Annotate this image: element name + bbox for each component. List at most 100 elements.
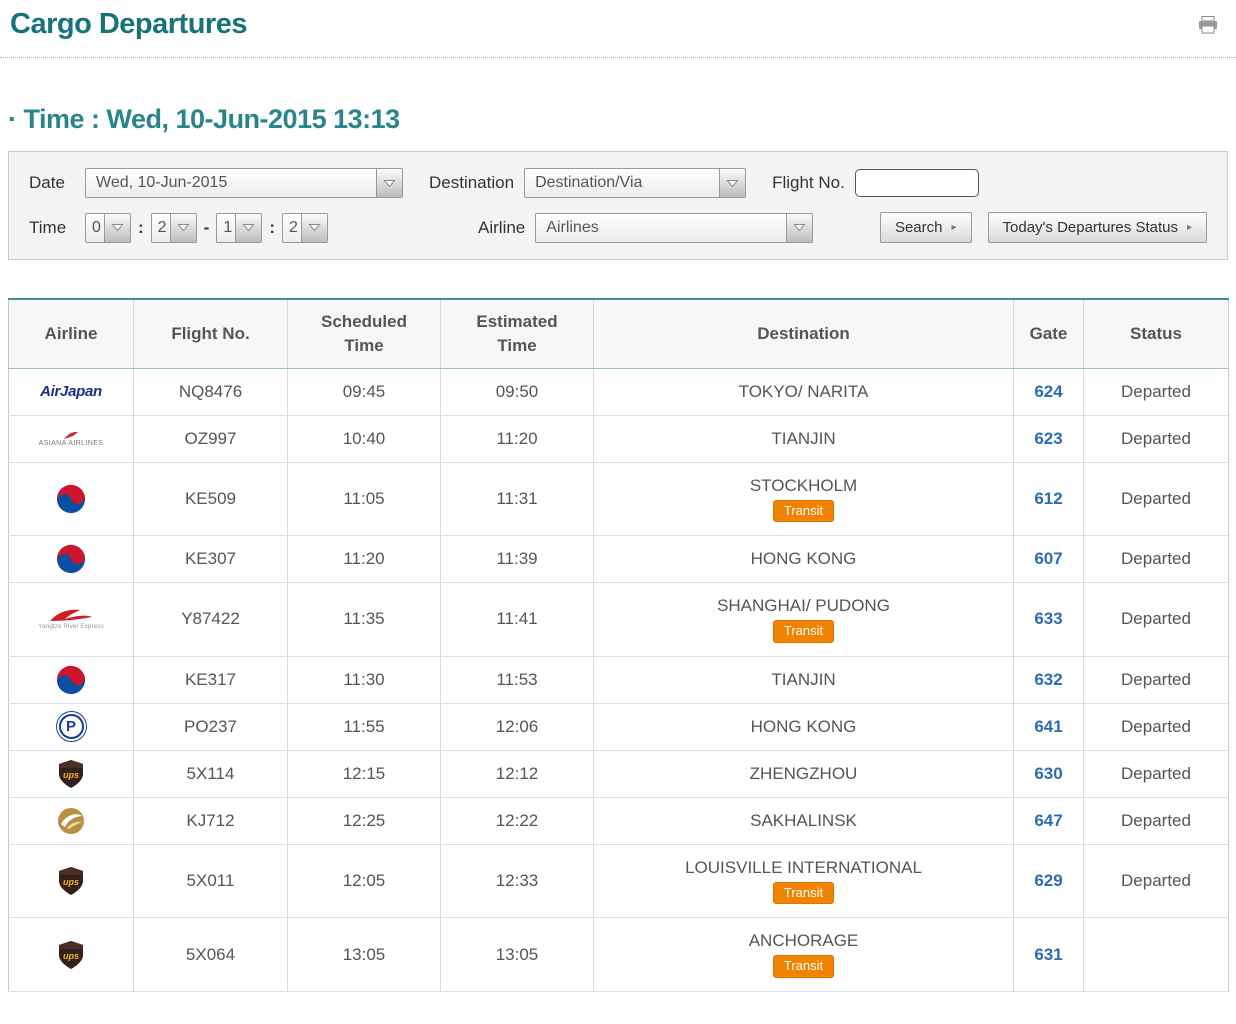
flight-no-input[interactable] xyxy=(854,169,979,197)
time-start-hour-select[interactable]: 0 xyxy=(85,212,131,243)
airline-cell xyxy=(8,462,134,537)
destination-name: ANCHORAGE xyxy=(748,931,859,951)
gate-link[interactable]: 647 xyxy=(1013,797,1084,845)
ups-logo: ups xyxy=(11,866,131,896)
estimated-time: 11:31 xyxy=(440,462,594,537)
time-end-minute-select[interactable]: 2 xyxy=(282,212,329,243)
estimated-time: 12:22 xyxy=(440,797,594,845)
air-incheon-logo xyxy=(11,807,131,835)
time-start-hour-value: 0 xyxy=(92,218,101,236)
gate-link[interactable]: 632 xyxy=(1013,656,1084,704)
gate-link[interactable]: 629 xyxy=(1013,844,1084,919)
filter-panel: Date Wed, 10-Jun-2015 Destination Destin… xyxy=(8,151,1228,260)
gate-link[interactable]: 624 xyxy=(1013,368,1084,416)
estimated-time: 12:33 xyxy=(440,844,594,919)
todays-departures-status-button[interactable]: Today's Departures Status ▸ xyxy=(987,212,1207,243)
destination-cell: TIANJIN xyxy=(593,415,1014,463)
airline-cell: AirJapan xyxy=(8,368,134,416)
scheduled-time: 12:15 xyxy=(287,750,441,798)
gate-link[interactable]: 612 xyxy=(1013,462,1084,537)
current-time-heading: · Time : Wed, 10-Jun-2015 13:13 xyxy=(8,104,400,134)
print-button[interactable] xyxy=(1196,14,1220,41)
table-row: Yangtze River Express Y87422 11:35 11:41 SHA… xyxy=(8,582,1229,657)
airline-cell xyxy=(8,797,134,845)
status: Departed xyxy=(1083,703,1229,751)
svg-text:ups: ups xyxy=(63,877,79,887)
flight-no: OZ997 xyxy=(133,415,288,463)
flight-no: KJ712 xyxy=(133,797,288,845)
gate-link[interactable]: 607 xyxy=(1013,535,1084,584)
status: Departed xyxy=(1083,368,1229,416)
column-header: Estimated Time xyxy=(440,299,594,369)
time-end-hour-select[interactable]: 1 xyxy=(216,212,263,243)
gate-link[interactable]: 633 xyxy=(1013,582,1084,657)
airline-cell: Yangtze River Express xyxy=(8,582,134,657)
status: Departed xyxy=(1083,462,1229,537)
flight-no: Y87422 xyxy=(133,582,288,657)
estimated-time: 11:20 xyxy=(440,415,594,463)
filter-row-1: Date Wed, 10-Jun-2015 Destination Destin… xyxy=(29,168,1207,198)
estimated-time: 11:39 xyxy=(440,535,594,584)
time-start-minute-select[interactable]: 2 xyxy=(150,212,197,243)
svg-text:ups: ups xyxy=(63,951,79,961)
air-japan-logo: AirJapan xyxy=(40,383,102,401)
airline-cell: P xyxy=(8,703,134,751)
flight-no: KE307 xyxy=(133,535,288,584)
time-colon-separator: : xyxy=(269,217,276,237)
time-end-minute-value: 2 xyxy=(289,218,298,236)
scheduled-time: 11:05 xyxy=(287,462,441,537)
date-select[interactable]: Wed, 10-Jun-2015 xyxy=(85,168,403,198)
flight-no: NQ8476 xyxy=(133,368,288,416)
scheduled-time: 13:05 xyxy=(287,917,441,992)
table-row: P PO237 11:55 12:06 HONG KONG 641 Departed xyxy=(8,703,1229,751)
estimated-time: 09:50 xyxy=(440,368,594,416)
printer-icon xyxy=(1198,16,1218,38)
estimated-time: 12:06 xyxy=(440,703,594,751)
gate-link[interactable]: 623 xyxy=(1013,415,1084,463)
scheduled-time: 11:55 xyxy=(287,703,441,751)
destination-cell: HONG KONG xyxy=(593,703,1014,751)
time-colon-separator: : xyxy=(138,217,144,237)
destination-name: TOKYO/ NARITA xyxy=(738,381,869,401)
destination-select-value: Destination/Via xyxy=(535,174,643,191)
scheduled-time: 11:35 xyxy=(287,582,441,657)
date-label: Date xyxy=(29,173,65,192)
flight-no: 5X114 xyxy=(133,750,288,798)
time-start-minute-value: 2 xyxy=(157,218,167,236)
table-row: KJ712 12:25 12:22 SAKHALINSK 647 Departed xyxy=(8,797,1229,845)
destination-cell: STOCKHOLM Transit xyxy=(593,462,1014,537)
korean-air-logo xyxy=(11,665,131,695)
table-row: ASIANA AIRLINES OZ997 10:40 11:20 TIANJIN 623… xyxy=(8,415,1229,463)
scheduled-time: 12:25 xyxy=(287,797,441,845)
status: Departed xyxy=(1083,582,1229,657)
search-button[interactable]: Search ▸ xyxy=(879,212,972,243)
airline-cell xyxy=(8,535,134,584)
flight-no: PO237 xyxy=(133,703,288,751)
destination-select[interactable]: Destination/Via xyxy=(524,168,747,198)
gate-link[interactable]: 641 xyxy=(1013,703,1084,751)
estimated-time: 13:05 xyxy=(440,917,594,992)
airline-cell: ups xyxy=(8,750,134,798)
transit-badge: Transit xyxy=(772,881,835,905)
polar-logo: P xyxy=(11,714,131,740)
gate-link[interactable]: 631 xyxy=(1013,917,1084,992)
korean-air-logo xyxy=(11,544,131,574)
gate-link[interactable]: 630 xyxy=(1013,750,1084,798)
destination-name: STOCKHOLM xyxy=(749,475,858,495)
flight-no: KE317 xyxy=(133,656,288,704)
yangtze-logo: Yangtze River Express xyxy=(11,608,131,630)
status: Departed xyxy=(1083,844,1229,919)
airline-cell: ups xyxy=(8,844,134,919)
status: Departed xyxy=(1083,656,1229,704)
airline-select[interactable]: Airlines xyxy=(535,212,814,243)
chevron-down-icon xyxy=(301,213,328,242)
status: Departed xyxy=(1083,535,1229,584)
destination-name: LOUISVILLE INTERNATIONAL xyxy=(685,857,922,877)
filter-row-2: Time 0 : 2 - 1 : 2 Airline Airlines Sear… xyxy=(29,212,1207,243)
chevron-down-icon xyxy=(786,213,813,242)
page-header: Cargo Departures xyxy=(8,6,1228,41)
destination-cell: SAKHALINSK xyxy=(593,797,1014,845)
scheduled-time: 11:30 xyxy=(287,656,441,704)
status: Departed xyxy=(1083,797,1229,845)
destination-name: TIANJIN xyxy=(771,669,836,689)
